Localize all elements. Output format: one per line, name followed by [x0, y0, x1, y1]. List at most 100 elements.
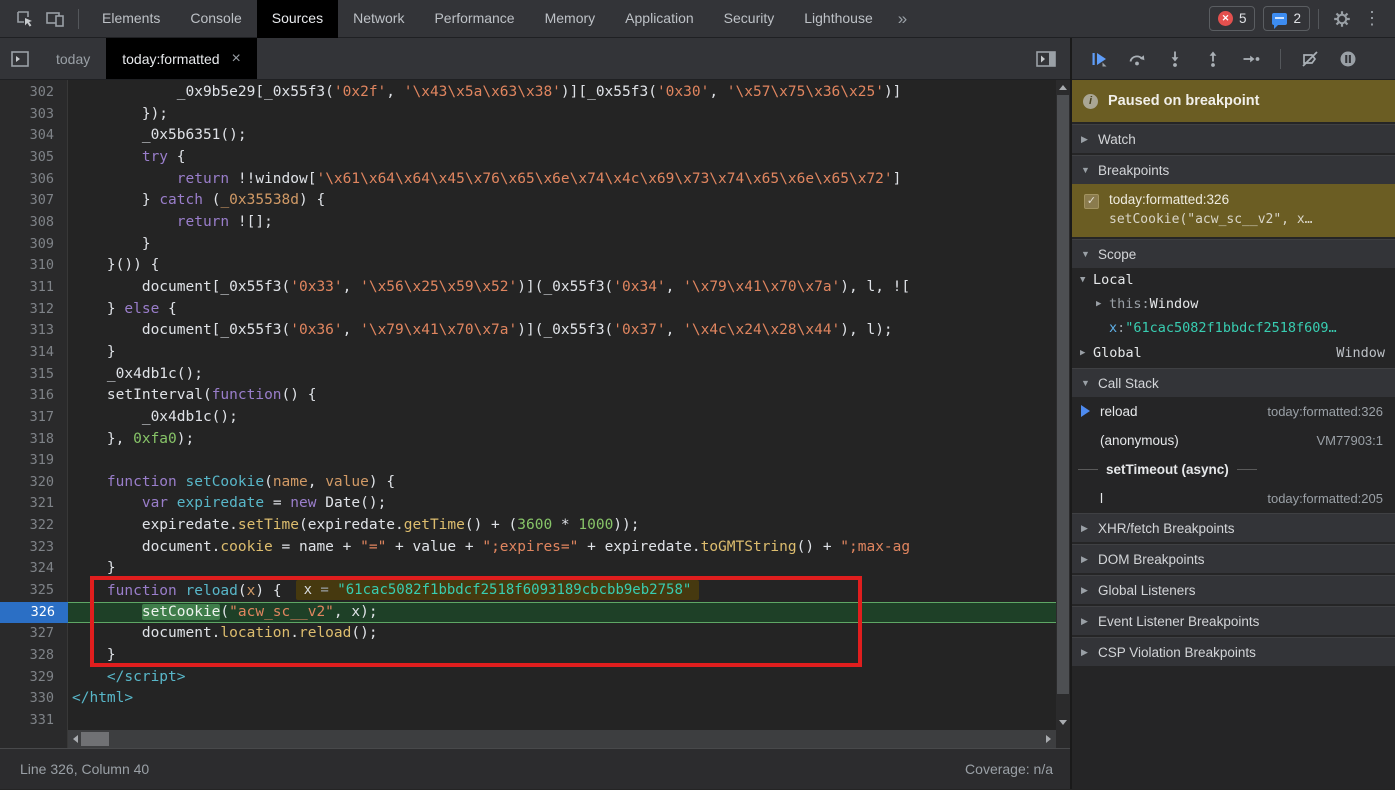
line-content[interactable]: _0x4db1c(); [68, 407, 1056, 429]
line-number[interactable]: 330 [0, 688, 68, 710]
vertical-scroll-thumb[interactable] [1057, 95, 1069, 694]
line-content[interactable]: </script> [68, 667, 1056, 689]
line-number[interactable]: 320 [0, 472, 68, 494]
line-content[interactable]: } [68, 342, 1056, 364]
line-content[interactable]: setCookie("acw_sc__v2", x); [68, 602, 1056, 624]
tab-lighthouse[interactable]: Lighthouse [789, 0, 888, 38]
tab-elements[interactable]: Elements [87, 0, 175, 38]
section-global-listeners[interactable]: ▶Global Listeners [1072, 575, 1395, 604]
show-navigator-icon[interactable] [0, 38, 40, 79]
line-content[interactable]: expiredate.setTime(expiredate.getTime() … [68, 515, 1056, 537]
line-content[interactable]: function reload(x) {x = "61cac5082f1bbdc… [68, 580, 1056, 602]
line-content[interactable]: } [68, 234, 1056, 256]
line-content[interactable]: }, 0xfa0); [68, 429, 1056, 451]
line-number[interactable]: 326 [0, 602, 76, 624]
section-breakpoints[interactable]: ▼ Breakpoints [1072, 155, 1395, 184]
line-number[interactable]: 327 [0, 623, 68, 645]
line-number[interactable]: 316 [0, 385, 68, 407]
line-content[interactable]: _0x9b5e29[_0x55f3('0x2f', '\x43\x5a\x63\… [68, 82, 1056, 104]
line-content[interactable]: function setCookie(name, value) { [68, 472, 1056, 494]
tab-sources[interactable]: Sources [257, 0, 338, 38]
step-over-icon[interactable] [1120, 44, 1154, 74]
horizontal-scroll-track[interactable] [68, 730, 1056, 748]
scope-global-row[interactable]: ▶ Global Window [1072, 340, 1395, 366]
line-content[interactable]: return ![]; [68, 212, 1056, 234]
line-content[interactable]: return !!window['\x61\x64\x64\x45\x76\x6… [68, 169, 1056, 191]
line-number[interactable]: 302 [0, 82, 68, 104]
line-number[interactable]: 328 [0, 645, 68, 667]
errors-badge[interactable]: ✕ 5 [1209, 6, 1256, 31]
tab-network[interactable]: Network [338, 0, 419, 38]
deactivate-breakpoints-icon[interactable] [1293, 44, 1327, 74]
pause-on-exceptions-icon[interactable] [1331, 44, 1365, 74]
step-out-icon[interactable] [1196, 44, 1230, 74]
line-number[interactable]: 305 [0, 147, 68, 169]
line-number[interactable]: 321 [0, 493, 68, 515]
section-watch[interactable]: ▶ Watch [1072, 124, 1395, 153]
step-icon[interactable] [1234, 44, 1268, 74]
call-stack-frame[interactable]: ltoday:formatted:205 [1072, 484, 1395, 513]
tab-security[interactable]: Security [709, 0, 790, 38]
line-number[interactable]: 311 [0, 277, 68, 299]
line-content[interactable]: document.cookie = name + "=" + value + "… [68, 537, 1056, 559]
line-content[interactable]: var expiredate = new Date(); [68, 493, 1056, 515]
scope-local[interactable]: ▼ Local [1072, 268, 1395, 292]
line-number[interactable]: 322 [0, 515, 68, 537]
scroll-down-icon[interactable] [1056, 716, 1070, 730]
line-number[interactable]: 325 [0, 580, 68, 602]
line-content[interactable]: } else { [68, 299, 1056, 321]
line-number[interactable]: 308 [0, 212, 68, 234]
horizontal-scroll-thumb[interactable] [81, 732, 109, 746]
tab-memory[interactable]: Memory [530, 0, 611, 38]
resume-icon[interactable] [1082, 44, 1116, 74]
line-content[interactable]: document.location.reload(); [68, 623, 1056, 645]
line-number[interactable]: 319 [0, 450, 68, 472]
kebab-menu-icon[interactable]: ⋮ [1357, 0, 1387, 38]
line-number[interactable]: 313 [0, 320, 68, 342]
step-into-icon[interactable] [1158, 44, 1192, 74]
scope-x-row[interactable]: x: "61cac5082f1bbdcf2518f609… [1072, 316, 1395, 340]
line-number[interactable]: 312 [0, 299, 68, 321]
tab-application[interactable]: Application [610, 0, 709, 38]
breakpoint-checkbox[interactable]: ✓ [1084, 194, 1099, 209]
line-content[interactable]: }); [68, 104, 1056, 126]
section-csp-violation-breakpoints[interactable]: ▶CSP Violation Breakpoints [1072, 637, 1395, 666]
device-toolbar-icon[interactable] [40, 0, 70, 38]
line-content[interactable]: setInterval(function() { [68, 385, 1056, 407]
line-content[interactable]: document[_0x55f3('0x33', '\x56\x25\x59\x… [68, 277, 1056, 299]
line-number[interactable]: 310 [0, 255, 68, 277]
line-content[interactable]: try { [68, 147, 1056, 169]
file-tab-today-formatted[interactable]: today:formatted × [106, 38, 257, 79]
line-number[interactable]: 323 [0, 537, 68, 559]
line-number[interactable]: 315 [0, 364, 68, 386]
gear-icon[interactable] [1327, 0, 1357, 38]
section-xhr-fetch-breakpoints[interactable]: ▶XHR/fetch Breakpoints [1072, 513, 1395, 542]
vertical-scrollbar[interactable] [1056, 80, 1070, 730]
line-content[interactable]: _0x5b6351(); [68, 125, 1056, 147]
section-dom-breakpoints[interactable]: ▶DOM Breakpoints [1072, 544, 1395, 573]
line-content[interactable]: _0x4db1c(); [68, 364, 1056, 386]
line-number[interactable]: 303 [0, 104, 68, 126]
show-debugger-icon[interactable] [1036, 38, 1070, 79]
line-number[interactable]: 331 [0, 710, 68, 730]
line-number[interactable]: 307 [0, 190, 68, 212]
section-scope[interactable]: ▼ Scope [1072, 239, 1395, 268]
scope-this-row[interactable]: ▶ this: Window [1072, 292, 1395, 316]
section-call-stack[interactable]: ▼ Call Stack [1072, 368, 1395, 397]
line-number[interactable]: 309 [0, 234, 68, 256]
messages-badge[interactable]: 2 [1263, 6, 1310, 31]
line-content[interactable] [68, 710, 1056, 730]
line-content[interactable] [68, 450, 1056, 472]
scroll-right-icon[interactable] [1042, 730, 1056, 748]
line-number[interactable]: 318 [0, 429, 68, 451]
line-number[interactable]: 329 [0, 667, 68, 689]
call-stack-frame[interactable]: (anonymous)VM77903:1 [1072, 426, 1395, 455]
tab-performance[interactable]: Performance [419, 0, 529, 38]
line-content[interactable]: } [68, 645, 1056, 667]
section-event-listener-breakpoints[interactable]: ▶Event Listener Breakpoints [1072, 606, 1395, 635]
close-icon[interactable]: × [232, 50, 241, 68]
scroll-up-icon[interactable] [1056, 80, 1070, 94]
more-panels-icon[interactable]: » [888, 1, 917, 37]
line-number[interactable]: 304 [0, 125, 68, 147]
line-content[interactable]: } catch (_0x35538d) { [68, 190, 1056, 212]
